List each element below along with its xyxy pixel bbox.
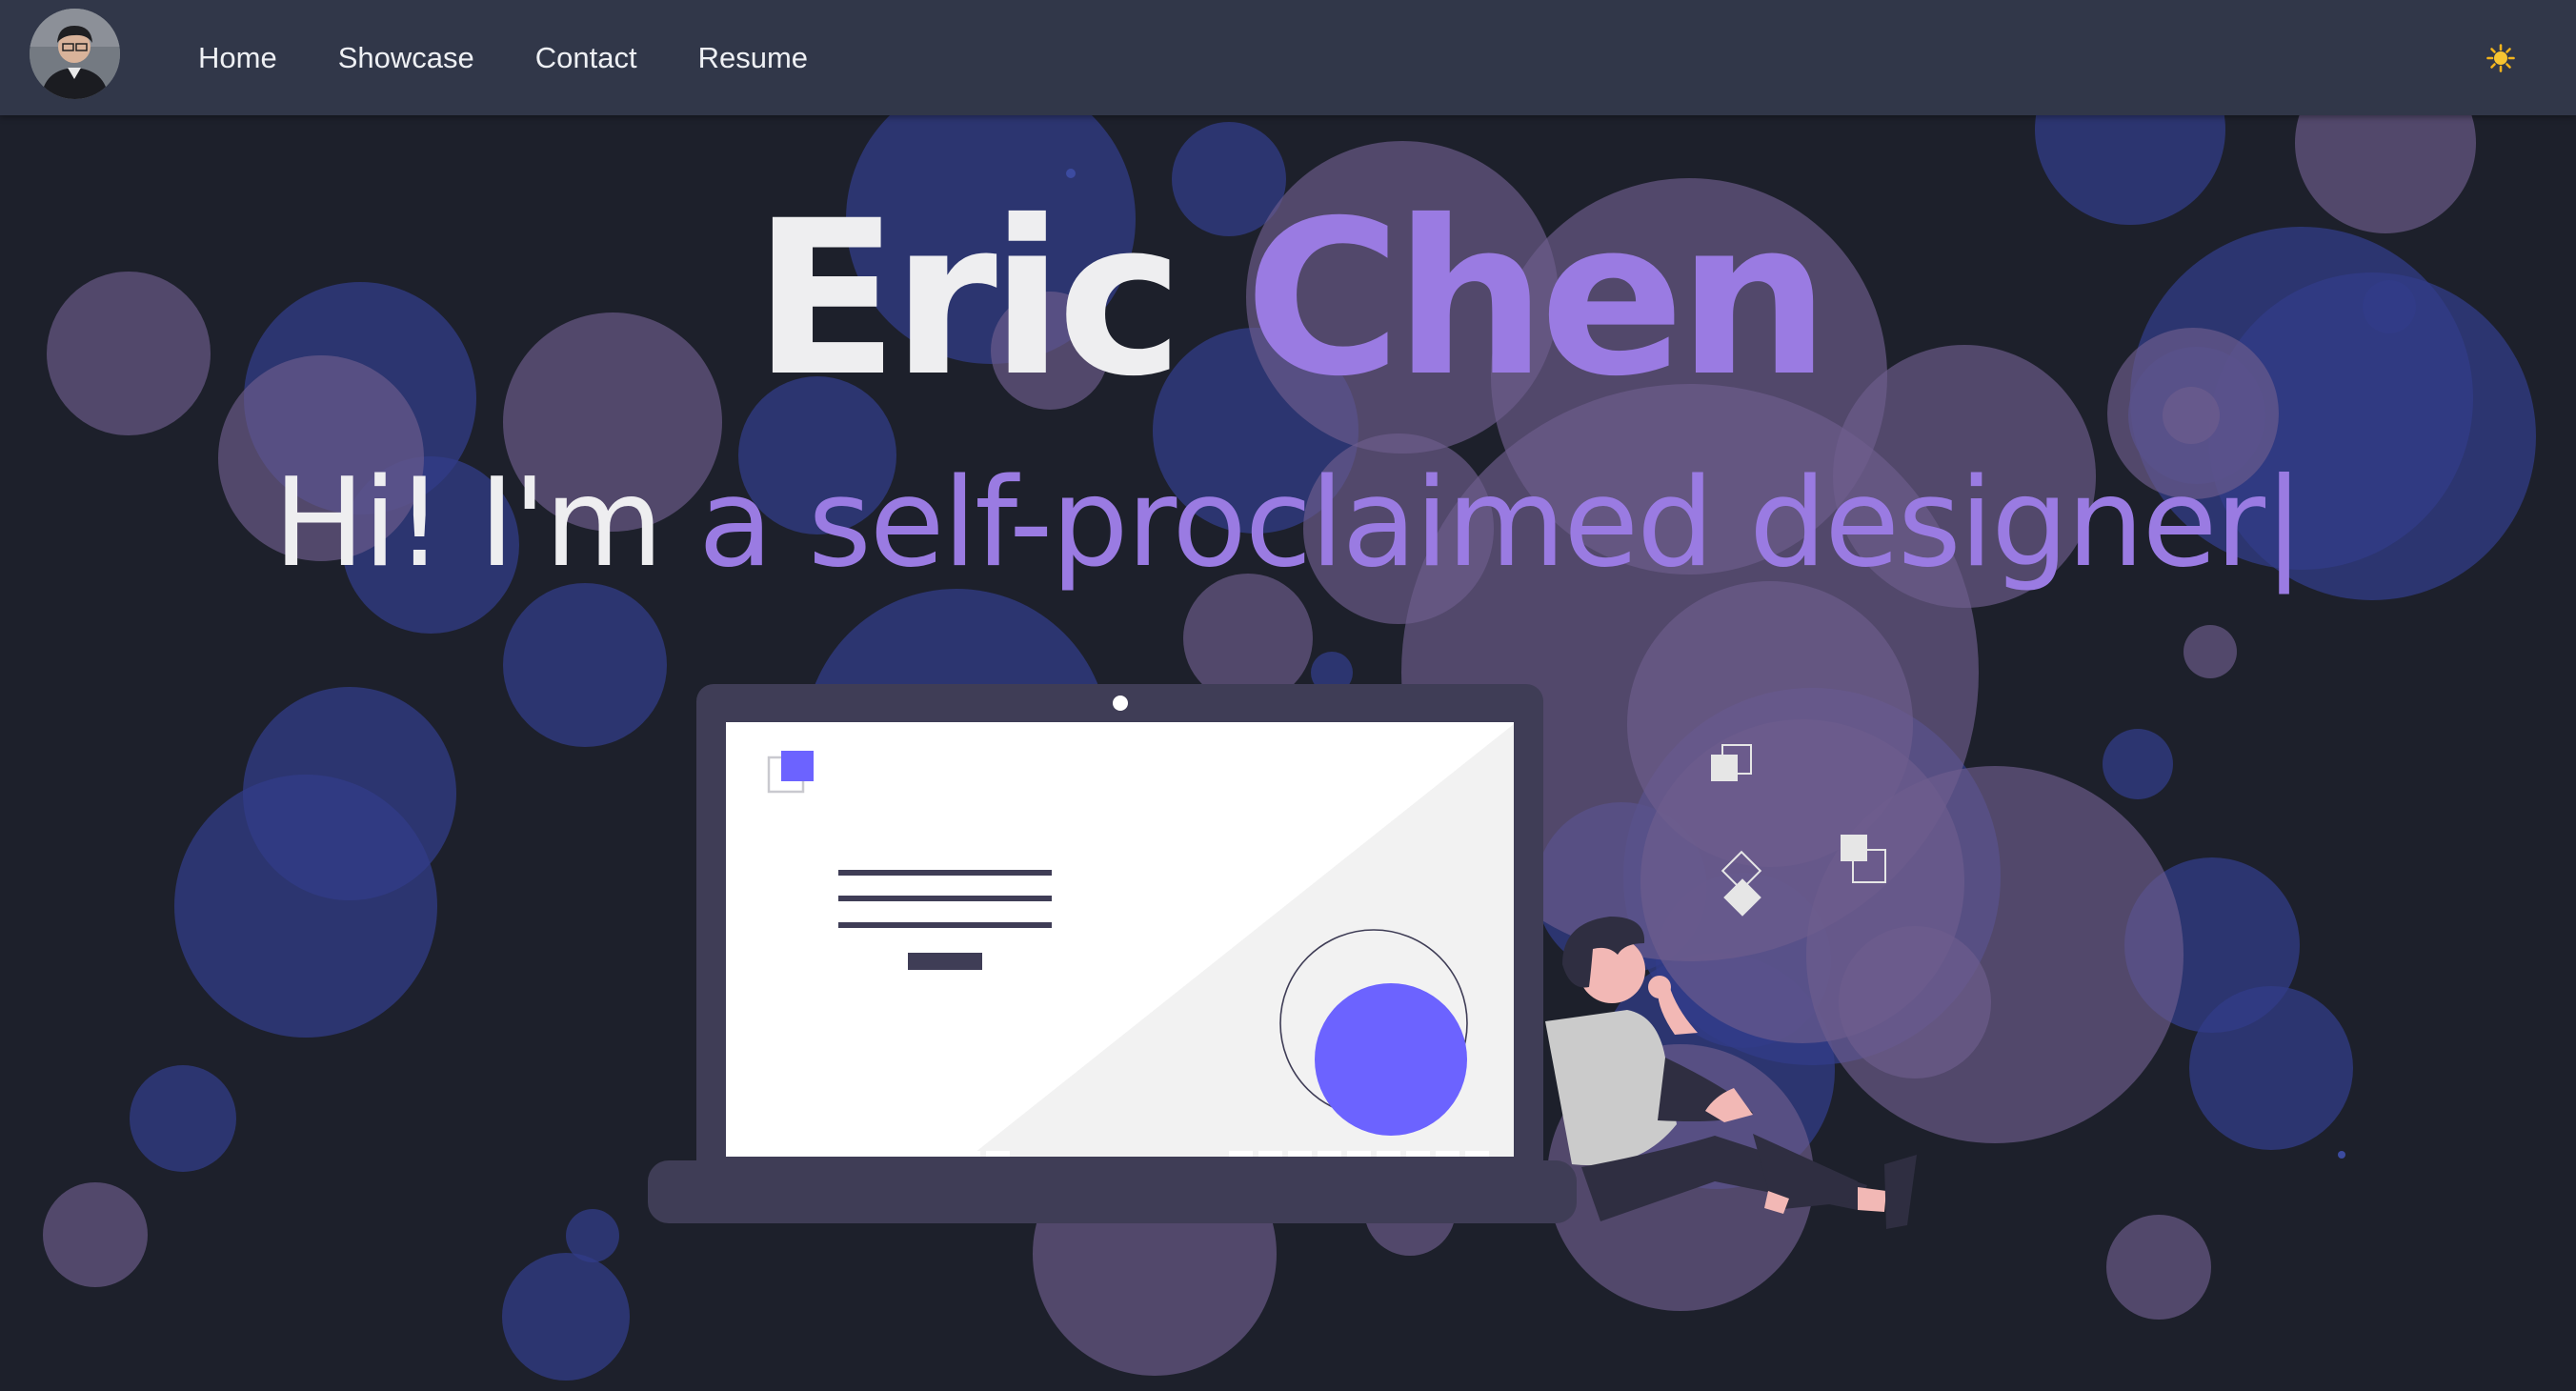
floating-shapes — [1711, 744, 1886, 917]
bubble — [174, 775, 437, 1038]
tagline-greeting: Hi! I'm — [272, 453, 663, 595]
bubble — [502, 1253, 630, 1381]
bubble — [2103, 729, 2173, 799]
person-illustration — [1545, 917, 1917, 1229]
bubble — [130, 1065, 236, 1172]
bubble — [43, 1182, 148, 1287]
hero-last-name: Chen — [1244, 174, 1829, 423]
bubble — [2106, 1215, 2211, 1320]
bubble — [2189, 986, 2353, 1150]
hero-name: Eric Chen — [0, 192, 2576, 406]
hero-first-name: Eric — [753, 174, 1183, 423]
nav-links: Home Showcase Contact Resume — [198, 0, 869, 115]
tagline-typed-role: a self-proclaimed designer — [697, 453, 2265, 595]
bubble — [2338, 1151, 2345, 1159]
bubble — [566, 1209, 619, 1262]
nav-contact-link[interactable]: Contact — [535, 41, 637, 75]
typing-cursor: | — [2264, 453, 2304, 595]
hero-tagline: Hi! I'm a self-proclaimed designer| — [0, 456, 2576, 592]
top-navbar: Home Showcase Contact Resume — [0, 0, 2576, 115]
sun-icon — [2486, 44, 2515, 72]
nav-resume-link[interactable]: Resume — [698, 41, 808, 75]
nav-home-link[interactable]: Home — [198, 41, 277, 75]
bubble — [2184, 625, 2237, 678]
laptop-illustration — [648, 684, 1577, 1223]
theme-toggle-button[interactable] — [2479, 36, 2523, 80]
nav-showcase-link[interactable]: Showcase — [338, 41, 474, 75]
avatar[interactable] — [30, 9, 120, 99]
hero-illustration — [648, 684, 1917, 1229]
